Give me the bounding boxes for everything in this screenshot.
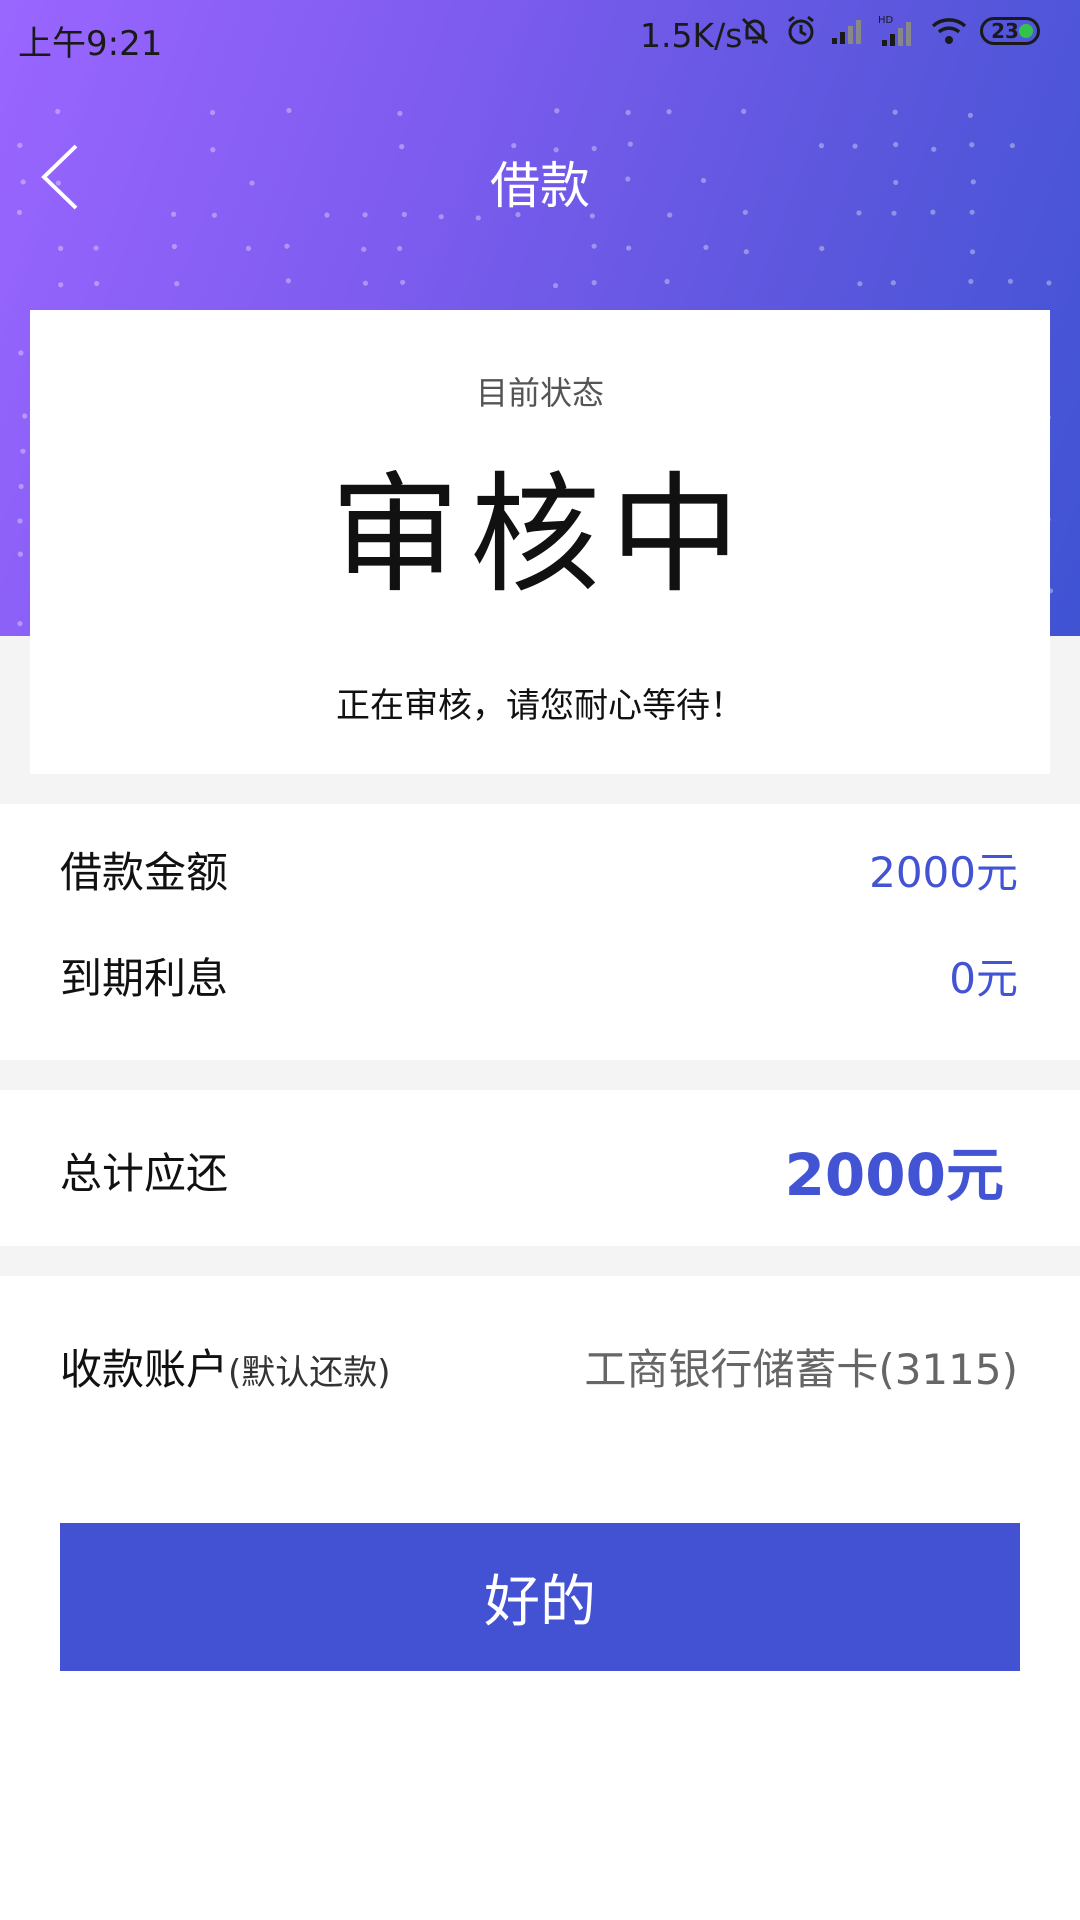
status-bar: 上午9:21 1.5K/s HD 23 — [0, 0, 1080, 76]
interest-label: 到期利息 — [60, 953, 229, 1003]
mute-bell-icon — [741, 17, 769, 45]
total-value: 2000元 — [784, 1141, 1004, 1209]
total-row: 总计应还 2000元 — [60, 1130, 1018, 1210]
loan-amount-row: 借款金额 2000元 — [60, 834, 1018, 904]
status-card: 目前状态 审核中 正在审核，请您耐心等待！ — [30, 310, 1050, 774]
wifi-icon — [931, 18, 967, 44]
section-divider — [0, 1060, 1080, 1090]
interest-row: 到期利息 0元 — [60, 940, 1018, 1010]
account-label: 收款账户 — [60, 1344, 229, 1394]
total-panel: 总计应还 2000元 — [0, 1090, 1080, 1246]
loan-amount-label: 借款金额 — [60, 847, 229, 897]
section-divider — [0, 1246, 1080, 1276]
status-message: 正在审核，请您耐心等待！ — [336, 686, 744, 726]
alarm-icon — [788, 15, 814, 45]
network-speed: 1.5K/s — [640, 16, 743, 55]
account-row: 收款账户(默认还款) 工商银行储蓄卡(3115) — [60, 1326, 1018, 1406]
account-panel: 收款账户(默认还款) 工商银行储蓄卡(3115) 好的 — [0, 1276, 1080, 1920]
loan-details-panel: 借款金额 2000元 到期利息 0元 — [0, 804, 1080, 1060]
total-label: 总计应还 — [60, 1148, 229, 1198]
account-label-group: 收款账户(默认还款) — [60, 1336, 391, 1397]
page-title: 借款 — [490, 157, 590, 215]
signal-hd-icon: HD — [878, 15, 911, 46]
status-value: 审核中 — [329, 459, 750, 611]
interest-value: 0元 — [949, 953, 1018, 1003]
account-sub-label: (默认还款) — [228, 1352, 391, 1393]
status-time: 上午9:21 — [18, 24, 163, 64]
status-icons: HD 23 — [738, 14, 1040, 48]
confirm-button[interactable]: 好的 — [60, 1523, 1020, 1671]
status-label: 目前状态 — [475, 374, 604, 412]
signal-icon — [832, 20, 861, 44]
svg-text:HD: HD — [878, 15, 894, 26]
battery-level: 23 — [991, 19, 1019, 43]
account-value: 工商银行储蓄卡(3115) — [584, 1344, 1018, 1394]
loan-amount-value: 2000元 — [869, 847, 1018, 897]
battery-icon: 23 — [980, 17, 1040, 45]
